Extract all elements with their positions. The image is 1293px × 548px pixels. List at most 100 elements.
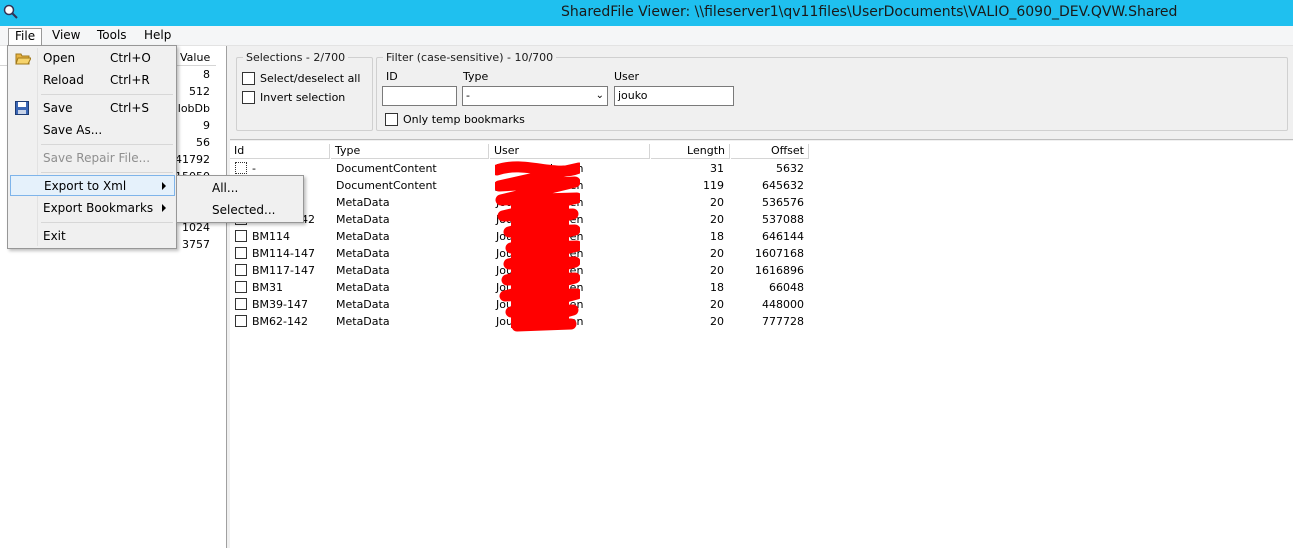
column-header-offset[interactable]: Offset	[731, 144, 809, 159]
cell-type: MetaData	[336, 315, 390, 328]
open-folder-icon	[15, 53, 31, 65]
menu-view[interactable]: View	[46, 28, 86, 45]
filter-panel: Selections - 2/700 Select/deselect all I…	[230, 46, 1293, 140]
filter-legend: Filter (case-sensitive) - 10/700	[386, 51, 554, 64]
cell-id: BM117-147	[252, 264, 315, 277]
menu-item-shortcut: Ctrl+O	[110, 51, 151, 65]
bookmark-grid[interactable]: Id Type User Length Offset - DocumentCon…	[230, 141, 1293, 548]
cell-length: 18	[710, 281, 724, 294]
export-xml-submenu: All... Selected...	[176, 175, 304, 223]
cell-offset: 1616896	[755, 264, 804, 277]
menu-item-label: Selected...	[212, 203, 276, 217]
menu-item-open[interactable]: Open Ctrl+O	[10, 48, 174, 69]
cell-length: 20	[710, 196, 724, 209]
save-icon	[15, 101, 29, 115]
cell-type: MetaData	[336, 213, 390, 226]
cell-type: MetaData	[336, 264, 390, 277]
cell-type: MetaData	[336, 247, 390, 260]
cell-length: 20	[710, 247, 724, 260]
redaction-scribble	[495, 161, 580, 332]
cell-id: -	[252, 162, 256, 175]
file-menu: Open Ctrl+O Reload Ctrl+R Save Ctrl+S Sa…	[7, 45, 177, 249]
cell-id: BM31	[252, 281, 284, 294]
menu-item-label: Save	[43, 101, 73, 115]
cell-length: 20	[710, 315, 724, 328]
row-checkbox[interactable]	[235, 281, 247, 293]
row-checkbox[interactable]	[235, 162, 247, 174]
menu-item-save-as[interactable]: Save As...	[10, 120, 174, 141]
cell-offset: 448000	[762, 298, 804, 311]
invert-selection-checkbox[interactable]	[242, 91, 255, 104]
cell-length: 20	[710, 213, 724, 226]
cell-offset: 537088	[762, 213, 804, 226]
type-filter-label: Type	[463, 70, 489, 83]
menu-separator	[41, 222, 173, 223]
menu-item-label: Export Bookmarks	[43, 201, 154, 215]
menu-tools[interactable]: Tools	[91, 28, 133, 45]
property-value: 8	[203, 68, 210, 81]
invert-selection-label[interactable]: Invert selection	[260, 91, 345, 104]
menu-item-label: All...	[212, 181, 239, 195]
select-all-label[interactable]: Select/deselect all	[260, 72, 360, 85]
menu-separator	[41, 144, 173, 145]
type-filter-value: -	[466, 89, 470, 102]
menu-item-export-to-xml[interactable]: Export to Xml	[10, 175, 175, 196]
grid-header: Id Type User Length Offset	[230, 144, 810, 159]
menu-item-shortcut: Ctrl+R	[110, 73, 150, 87]
chevron-down-icon[interactable]: ⌄	[596, 89, 604, 103]
cell-length: 18	[710, 230, 724, 243]
column-header-user[interactable]: User	[490, 144, 650, 159]
id-filter-input[interactable]	[382, 86, 457, 106]
column-header-length[interactable]: Length	[651, 144, 730, 159]
menu-item-exit[interactable]: Exit	[10, 226, 174, 247]
select-all-checkbox[interactable]	[242, 72, 255, 85]
menu-item-export-all[interactable]: All...	[179, 178, 301, 199]
selections-legend: Selections - 2/700	[246, 51, 346, 64]
cell-id: BM114	[252, 230, 291, 243]
cell-length: 20	[710, 264, 724, 277]
menu-item-label: Exit	[43, 229, 66, 243]
cell-offset: 777728	[762, 315, 804, 328]
cell-offset: 645632	[762, 179, 804, 192]
property-value: 512	[189, 85, 210, 98]
row-checkbox[interactable]	[235, 264, 247, 276]
menu-item-label: Open	[43, 51, 76, 65]
row-checkbox[interactable]	[235, 315, 247, 327]
menu-item-reload[interactable]: Reload Ctrl+R	[10, 70, 174, 91]
cell-type: DocumentContent	[336, 179, 437, 192]
cell-offset: 536576	[762, 196, 804, 209]
property-value: 56	[196, 136, 210, 149]
cell-type: MetaData	[336, 230, 390, 243]
cell-length: 20	[710, 298, 724, 311]
menu-separator	[41, 172, 173, 173]
only-temp-bookmarks-label[interactable]: Only temp bookmarks	[403, 113, 525, 126]
cell-id: BM114-147	[252, 247, 315, 260]
submenu-arrow-icon	[162, 204, 166, 212]
cell-type: MetaData	[336, 281, 390, 294]
menu-item-label: Export to Xml	[44, 179, 127, 193]
cell-length: 31	[710, 162, 724, 175]
app-icon[interactable]	[2, 3, 20, 21]
column-header-type[interactable]: Type	[331, 144, 489, 159]
menu-file[interactable]: File	[8, 28, 43, 45]
menu-item-save-repair-file: Save Repair File...	[10, 148, 174, 169]
row-checkbox[interactable]	[235, 298, 247, 310]
submenu-arrow-icon	[162, 182, 166, 190]
menu-item-export-bookmarks[interactable]: Export Bookmarks	[10, 198, 174, 219]
row-checkbox[interactable]	[235, 247, 247, 259]
value-column-header[interactable]: Value	[174, 51, 214, 64]
cell-length: 119	[703, 179, 724, 192]
cell-offset: 646144	[762, 230, 804, 243]
menu-item-label: Reload	[43, 73, 84, 87]
column-header-id[interactable]: Id	[230, 144, 330, 159]
menu-item-save[interactable]: Save Ctrl+S	[10, 98, 174, 119]
cell-offset: 1607168	[755, 247, 804, 260]
type-filter-select[interactable]: - ⌄	[462, 86, 608, 106]
menu-item-export-selected[interactable]: Selected...	[179, 200, 301, 221]
row-checkbox[interactable]	[235, 230, 247, 242]
id-filter-label: ID	[386, 70, 398, 83]
user-filter-input[interactable]: jouko	[614, 86, 734, 106]
menu-help[interactable]: Help	[138, 28, 177, 45]
only-temp-bookmarks-checkbox[interactable]	[385, 113, 398, 126]
menu-separator	[41, 94, 173, 95]
